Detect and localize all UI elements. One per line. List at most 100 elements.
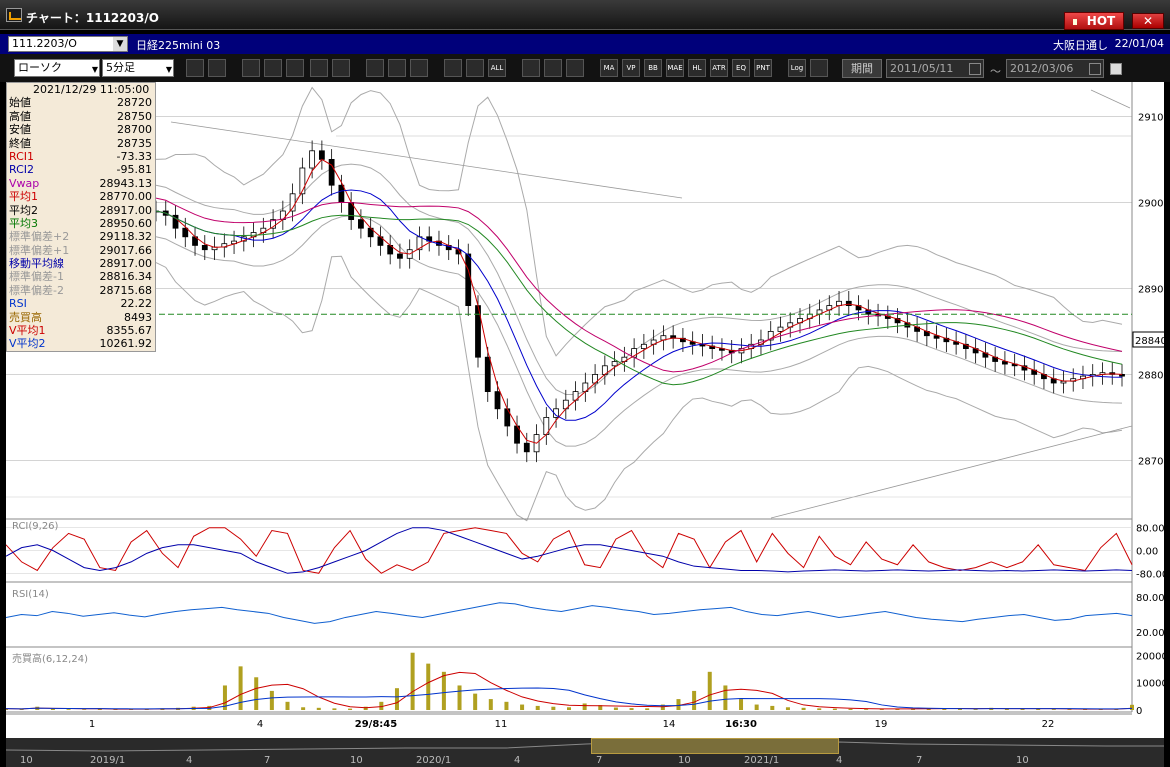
volume-bar [238, 666, 243, 710]
all-icon[interactable]: ALL [488, 59, 506, 77]
symbol-code: 111.2203/O [12, 37, 77, 50]
price-tick-label: 28800 [1138, 370, 1164, 381]
window-title-bar: チャート：1112203/O HOT ✕ [0, 0, 1170, 30]
vwap-line [155, 197, 1123, 373]
chart-area[interactable]: 29100 29000 28900 28800 28700 28840 80.00 0.00 -… [6, 82, 1164, 742]
date-to-input[interactable]: 2012/03/06 [1006, 59, 1104, 78]
cycle-icon[interactable] [286, 59, 304, 77]
info-label: 標準偏差+1 [9, 243, 70, 257]
bb-icon[interactable]: BB [644, 59, 662, 77]
current-price-label: 28840 [1135, 336, 1164, 347]
band-upper2 [155, 86, 1123, 357]
chart-type-value: ローソク [18, 61, 62, 74]
log-icon[interactable]: Log [788, 59, 806, 77]
ma-icon[interactable]: MA [600, 59, 618, 77]
info-row: 終値 28735 [7, 137, 155, 150]
export-icon[interactable] [810, 59, 828, 77]
crosshair-icon[interactable] [208, 59, 226, 77]
close-button[interactable]: ✕ [1132, 13, 1164, 29]
candle-body [309, 150, 316, 169]
volume-bar [394, 688, 399, 710]
info-row: V平均2 10261.92 [7, 337, 155, 350]
ma-slow-line [155, 210, 1123, 386]
price-tick-label: 29000 [1138, 198, 1164, 209]
timeline-navigator[interactable]: 10 2019/1 4 7 10 2020/1 4 7 10 2021/1 4 7 10 [6, 738, 1164, 767]
trendline-up [770, 425, 1133, 519]
chevron-down-icon: ▼ [91, 65, 98, 74]
navigator-sparkline [6, 741, 1164, 752]
volume-bar [269, 690, 274, 710]
pnt-icon[interactable]: PNT [754, 59, 772, 77]
wrench-icon[interactable] [544, 59, 562, 77]
info-value: 8355.67 [106, 324, 153, 338]
rci-panel-label: RCI(9,26) [12, 521, 59, 532]
volume-ma2-line [6, 687, 1133, 710]
interval-value: 5分足 [106, 61, 135, 74]
info-value: -95.81 [116, 163, 152, 177]
clear-icon[interactable] [332, 59, 350, 77]
chart-type-select[interactable]: ローソク ▼ [14, 59, 100, 77]
ichimoku-icon[interactable]: EQ [732, 59, 750, 77]
volume-bar [66, 709, 71, 710]
info-row: 売買高 8493 [7, 311, 155, 324]
fib-icon[interactable] [264, 59, 282, 77]
date-from-input[interactable]: 2011/05/11 [886, 59, 984, 78]
chart-toolbar: ローソク ▼ 5分足 ▼ ALL MA VP BB MAE HL ATR EQ PNT Log 期間 … [0, 54, 1170, 82]
interval-select[interactable]: 5分足 ▼ [102, 59, 174, 77]
band-lower2 [155, 255, 1123, 522]
arrow-icon[interactable] [410, 59, 428, 77]
gear-icon[interactable] [522, 59, 540, 77]
candle-body [611, 361, 618, 367]
zoom-icon[interactable] [186, 59, 204, 77]
volume-bar [348, 708, 353, 710]
volume-bar [410, 652, 415, 710]
palette-icon[interactable] [566, 59, 584, 77]
pen-icon[interactable] [366, 59, 384, 77]
volume-bar [1051, 709, 1056, 710]
volume-bar [1130, 704, 1134, 710]
atr-icon[interactable]: ATR [710, 59, 728, 77]
volume-panel-label: 売買高(6,12,24) [12, 652, 88, 665]
info-row: 標準偏差-2 28715.68 [7, 284, 155, 297]
hot-button[interactable]: HOT [1064, 12, 1124, 30]
app-chart-icon [6, 8, 22, 22]
x-axis-label: 4 [257, 719, 263, 730]
period-button[interactable]: 期間 [842, 59, 882, 78]
line-draw-icon[interactable] [242, 59, 260, 77]
volume-bar [801, 707, 806, 710]
symbol-name: 日経225mini 03 [136, 39, 221, 52]
mae-icon[interactable]: MAE [666, 59, 684, 77]
info-label: 移動平均線 [9, 257, 64, 271]
info-panel: 2021/12/29 11:05:00 始値 28720 高値 28750 安値 2870… [6, 82, 156, 352]
info-value: 28700 [117, 123, 152, 137]
pointer-icon[interactable] [388, 59, 406, 77]
navigator-thumb[interactable] [591, 738, 839, 754]
volume-bar [567, 707, 571, 710]
volume-bar [1067, 709, 1072, 710]
symbol-code-select[interactable]: 111.2203/O ▼ [8, 36, 128, 52]
volume-bar [785, 707, 790, 710]
navigator-label: 10 [350, 755, 363, 766]
info-label: 標準偏差-1 [9, 270, 64, 284]
volume-bar [864, 709, 869, 710]
candle-b-icon[interactable] [466, 59, 484, 77]
info-value: 28715.68 [99, 283, 153, 297]
volume-tick-label: 10000 [1136, 679, 1164, 690]
candle-a-icon[interactable] [444, 59, 462, 77]
chart-canvas[interactable]: 29100 29000 28900 28800 28700 28840 80.00 0.00 -… [6, 82, 1164, 742]
info-row: 移動平均線 28917.00 [7, 257, 155, 270]
candle-body [318, 150, 325, 160]
apply-checkbox[interactable] [1110, 63, 1122, 75]
calendar-icon[interactable] [1089, 63, 1101, 75]
calendar-icon[interactable] [969, 63, 981, 75]
chevron-down-icon[interactable]: ▼ [113, 37, 127, 51]
vwap-icon[interactable]: VP [622, 59, 640, 77]
info-value: 28950.60 [99, 216, 153, 230]
box-icon[interactable] [310, 59, 328, 77]
volume-bar [441, 671, 446, 710]
hl-icon[interactable]: HL [688, 59, 706, 77]
volume-bar [285, 701, 290, 710]
current-date: 22/01/04 [1114, 37, 1164, 50]
info-value: 29017.66 [99, 243, 153, 257]
volume-bar [754, 704, 759, 710]
